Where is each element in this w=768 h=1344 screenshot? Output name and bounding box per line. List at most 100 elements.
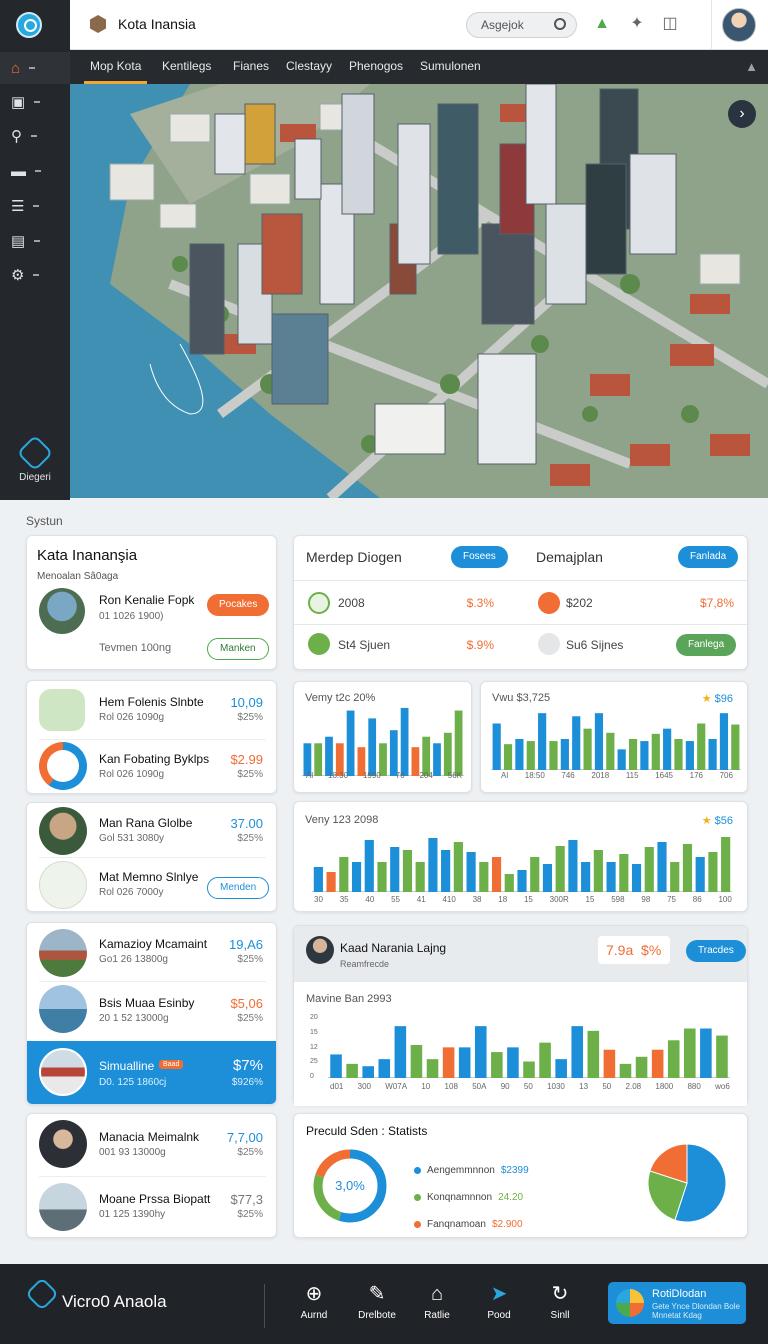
- tab-sumulonen[interactable]: Sumulonen: [420, 59, 481, 73]
- profile-item-title: Ron Kenalie Fopk: [99, 593, 195, 607]
- list-item-value: 10,09: [230, 695, 263, 710]
- tick-label: 115: [625, 771, 639, 780]
- tab-clestayy[interactable]: Clestayy: [286, 59, 332, 73]
- chevron-right-icon[interactable]: ›: [728, 100, 756, 128]
- x-axis-ticks: Al 18:30 1990 76 204 56K: [306, 771, 462, 780]
- chart-bar: [364, 840, 374, 892]
- sidebar-bottom-item[interactable]: Diegeri: [0, 434, 70, 483]
- tab-map[interactable]: Mop Kota: [83, 59, 148, 84]
- summary-row1-label: 2008: [338, 596, 365, 610]
- manken-button[interactable]: Manken: [207, 638, 269, 660]
- search-input[interactable]: Asgejok: [466, 12, 577, 38]
- chart-bar: [526, 741, 535, 770]
- tick-label: 76: [395, 771, 405, 780]
- tab-phenogos[interactable]: Phenogos: [349, 59, 403, 73]
- sidebar-item-list[interactable]: ☰: [0, 190, 70, 222]
- chart-bar: [351, 862, 362, 892]
- gear-icon[interactable]: ▲: [745, 59, 758, 74]
- legend-label: Aengemmnnon: [427, 1165, 495, 1176]
- chart-card-small-right: Vwu $3,725 ★ $96 Al 18:50 746 2018 115 1645 17…: [480, 681, 748, 793]
- chart-bar: [346, 710, 355, 776]
- share-icon[interactable]: ✦: [627, 14, 647, 34]
- tick-label: 56K: [447, 771, 462, 780]
- chart-bar: [716, 1035, 728, 1078]
- chart-legend: Aengemmnnon $2399 Konqnamnnon 24.20 Fanqnamo…: [414, 1157, 574, 1238]
- status-badge: Pocakes: [207, 594, 270, 616]
- tab-kentilegs[interactable]: Kentilegs: [162, 59, 211, 73]
- list-item-value2: $25%: [237, 1147, 263, 1158]
- avatar[interactable]: [722, 8, 756, 42]
- list-item-value2: $25%: [237, 1013, 263, 1024]
- tick-label: 30: [314, 895, 323, 904]
- list-item-title: Manacia Meimalnk: [99, 1130, 200, 1144]
- nav-label: Aurnd: [300, 1310, 328, 1321]
- divider: [39, 981, 266, 982]
- legend-label: Konqnamnnon: [427, 1192, 493, 1203]
- chart-card-wide: Veny 123 2098 ★ $56 30 35 40 55 41 410 38 18 15 3…: [293, 801, 748, 912]
- list-item-value: 19,A6: [229, 937, 263, 952]
- tick-label: 35: [339, 895, 349, 904]
- app-logo-icon[interactable]: [16, 12, 42, 38]
- list-item-title: Moane Prssa Biopatt: [99, 1192, 211, 1206]
- tick-label: 13: [579, 1082, 589, 1091]
- tree-icon[interactable]: ▲: [592, 14, 612, 34]
- edit-icon: ✎: [368, 1283, 386, 1305]
- tick-label: 300: [357, 1082, 371, 1091]
- home-icon: ⌂: [11, 59, 21, 77]
- list-item-sub: Rol 026 7000y: [99, 887, 164, 898]
- y-tick-label: 25: [310, 1058, 318, 1066]
- sidebar-item-bus[interactable]: ▬: [0, 155, 70, 187]
- menden-button[interactable]: Menden: [207, 877, 270, 899]
- list-item-value2: $25%: [237, 712, 263, 723]
- chart-bar: [503, 744, 513, 770]
- list-item-selected[interactable]: Simualline Baad D0. 125 1860cj $7% $926%: [27, 1041, 276, 1104]
- route-icon: [39, 861, 87, 909]
- sidebar-item-chart[interactable]: ▤: [0, 225, 70, 257]
- nav-drelbote[interactable]: ✎ Drelbote: [352, 1282, 402, 1321]
- nav-pood[interactable]: ➤ Pood: [474, 1282, 524, 1321]
- sidebar-item-settings[interactable]: ⚙: [0, 259, 70, 291]
- sidebar-item-terminal[interactable]: ▣: [0, 86, 70, 118]
- sidebar-item-home[interactable]: ⌂: [0, 52, 70, 84]
- nav-aurnd[interactable]: ⊕ Aurnd: [289, 1282, 339, 1321]
- chart-bar: [572, 716, 581, 770]
- chart-bar: [555, 1059, 567, 1078]
- chart-bar: [453, 842, 463, 892]
- lake-thumbnail: [39, 985, 87, 1033]
- chart-bar: [644, 847, 654, 892]
- chart-bar: [400, 707, 409, 776]
- chart-bar: [708, 852, 718, 892]
- map-thumbnail: [39, 689, 85, 731]
- tick-label: 55: [391, 895, 400, 904]
- building-thumbnail: [39, 929, 87, 977]
- nav-ratlie[interactable]: ⌂ Ratlie: [412, 1282, 462, 1321]
- brand-logo-icon: [25, 1277, 59, 1311]
- chevron-down-icon[interactable]: [538, 633, 560, 655]
- chart-bar: [530, 857, 540, 892]
- chart-bar: [593, 850, 603, 892]
- fosees-button[interactable]: Fosees: [451, 546, 508, 568]
- city-map-view[interactable]: ›: [70, 84, 768, 498]
- tick-label: 40: [365, 895, 375, 904]
- tick-label: 15: [585, 895, 595, 904]
- tracdes-button[interactable]: Tracdes: [686, 940, 746, 962]
- summary-row1-label2: $202: [566, 596, 593, 610]
- chart-bar: [606, 732, 615, 770]
- divider: [39, 739, 266, 740]
- bar-chart: [312, 837, 732, 892]
- chart-bar: [549, 741, 558, 770]
- notification-icon[interactable]: ◫: [660, 14, 680, 34]
- chart-bar: [635, 1056, 648, 1078]
- list-item-sub: Rol 026 1090g: [99, 769, 165, 780]
- fanlega-button[interactable]: Fanlega: [676, 634, 737, 656]
- fanlada-button[interactable]: Fanlada: [678, 546, 739, 568]
- tick-label: 2018: [591, 771, 610, 780]
- nav-sinll[interactable]: ↻ Sinll: [535, 1282, 585, 1321]
- promo-button[interactable]: RotiDlodan Gete Ynce Dlondan Bole Mnneta…: [608, 1282, 746, 1324]
- tick-label: 86: [692, 895, 702, 904]
- tick-label: 1645: [655, 771, 673, 780]
- sidebar-item-user[interactable]: ⚲: [0, 120, 70, 152]
- tab-fianes[interactable]: Fianes: [233, 59, 269, 73]
- lock-icon: ⌂: [430, 1283, 444, 1305]
- detail-value: 7.9a: [606, 942, 634, 958]
